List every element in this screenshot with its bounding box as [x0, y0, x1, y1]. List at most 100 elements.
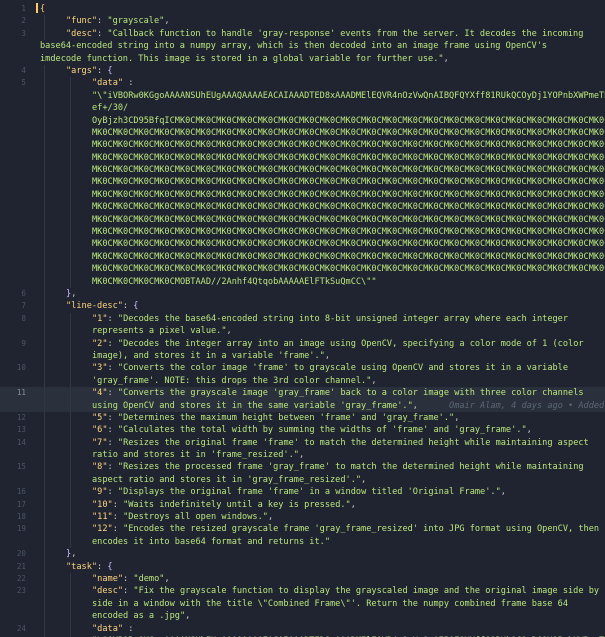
code-line[interactable]: using OpenCV and stores it in the same v… — [0, 399, 605, 412]
code-line[interactable]: 13 "6": "Calculates the total width by su… — [0, 424, 605, 437]
code-line[interactable]: 6}, — [0, 287, 605, 301]
indent-guide — [44, 560, 45, 573]
code-line[interactable]: 3 "desc": "Callback function to handle 'g… — [0, 27, 605, 41]
code-line[interactable]: 18 "11": "Destroys all open windows.", — [0, 511, 605, 524]
code-token: encodes it into base64 format and return… — [92, 536, 330, 547]
code-line[interactable]: 2 "func": "grayscale", — [0, 15, 605, 28]
code-line[interactable]: 20}, — [0, 548, 605, 561]
code-text: "data" : — [92, 77, 133, 89]
code-line[interactable]: 7 "line-desc": { — [0, 300, 605, 313]
code-line[interactable]: ratio and stores it in 'frame_resized'."… — [0, 449, 605, 462]
code-token: : — [123, 623, 134, 634]
code-token: : — [112, 499, 124, 510]
code-token: : — [97, 28, 108, 39]
code-text: "line-desc": { — [66, 300, 138, 312]
code-token: , — [361, 474, 367, 485]
code-token: MK0CMK0CMK0CMK0CMK0CMK0CMK0CMK0CMK0CMK0C… — [92, 140, 605, 151]
code-line[interactable]: "\"iVBORw0KGgoAAAANSUhEUgAAAQAAAAEACAIAA… — [0, 89, 605, 103]
code-line[interactable]: 'gray_frame'. NOTE: this drops the 3rd c… — [0, 374, 605, 388]
code-line[interactable]: 5 "data" : — [0, 77, 605, 90]
code-line[interactable]: MK0CMK0CMK0CMK0CMK0CMK0CMK0CMK0CMK0CMK0C… — [0, 139, 605, 152]
code-line[interactable]: MK0CMK0CMK0CMK0CMK0CMK0CMK0CMK0CMK0CMK0C… — [0, 126, 605, 140]
code-text: "data" : — [92, 623, 133, 635]
code-token: MK0CMK0CMK0CMK0CMK0CMK0CMK0CMK0CMK0CMK0C… — [92, 177, 605, 188]
code-line[interactable]: image), and stores it in a variable 'fra… — [0, 349, 605, 363]
indent-guide — [70, 139, 71, 152]
code-token: , — [71, 549, 77, 560]
code-line[interactable]: MK0CMK0CMK0CMK0CMK0CMK0CMK0CMK0CMK0CMK0C… — [0, 238, 605, 251]
code-line[interactable]: 12 "5": "Determines the maximum height be… — [0, 411, 605, 425]
code-line[interactable]: MK0CMK0CMK0CMK0CMK0CMK0CMK0CMK0CMK0CMK0C… — [0, 164, 605, 177]
indent-guide — [44, 523, 45, 536]
code-line[interactable]: 21 "task": { — [0, 560, 605, 573]
line-number: 2 — [21, 16, 26, 26]
code-token: , — [71, 288, 77, 299]
code-text: "desc": "Fix the grayscale function to d… — [92, 585, 599, 597]
indent-guide — [44, 64, 45, 78]
code-text: using OpenCV and stores it in the same v… — [92, 400, 605, 412]
code-line[interactable]: MK0CMK0CMK0CMK0CMK0CMK0CMK0CMK0CMK0CMK0C… — [0, 213, 605, 227]
code-token: "data" — [92, 78, 124, 89]
code-token: : — [97, 65, 108, 76]
code-token: : — [123, 78, 134, 89]
indent-guide — [44, 535, 45, 549]
code-line[interactable]: MK0CMK0CMK0CMK0CMK0CMK0CMK0CMK0CMK0CMK0C… — [0, 151, 605, 165]
line-number: 8 — [21, 313, 26, 323]
code-line[interactable]: MK0CMK0CMK0CMK0CMK0CMK0CMK0CMK0CMK0CMK0C… — [0, 188, 605, 202]
code-line[interactable]: 22 "name": "demo", — [0, 572, 605, 586]
code-line[interactable]: 9 "2": "Decodes the integer array into an… — [0, 337, 605, 350]
indent-guide — [44, 572, 45, 586]
code-line[interactable]: 24 "data" : — [0, 622, 605, 635]
indent-guide — [70, 610, 71, 623]
code-token: side in a window with the title \"Combin… — [92, 598, 568, 609]
indent-guide — [44, 151, 45, 165]
code-line[interactable]: MK0CMK0CMK0CMK0CMK0CMK0CMK0CMK0CMK0CMK0C… — [0, 226, 605, 239]
code-line[interactable]: imdecode function. This image is stored … — [0, 53, 605, 65]
code-token: "2" — [92, 338, 108, 349]
indent-guide — [44, 77, 45, 90]
code-area[interactable]: 1{2 "func": "grayscale", 3 "desc": "Callbac… — [0, 3, 605, 637]
code-token: { — [107, 65, 113, 76]
code-line[interactable]: encodes it into base64 format and return… — [0, 535, 605, 549]
code-text: "desc": "Callback function to handle 'gr… — [66, 28, 583, 40]
code-text: MK0CMK0CMK0CMK0CMK0CMK0CMK0CMK0CMK0CMK0C… — [92, 127, 605, 139]
code-line[interactable]: OyBjzh3CD95BfqICMK0CMK0CMK0CMK0CMK0CMK0C… — [0, 114, 605, 127]
code-line[interactable]: 23 "desc": "Fix the grayscale function to… — [0, 585, 605, 598]
code-line[interactable]: 16 "9": "Displays the original frame 'fra… — [0, 486, 605, 499]
code-line[interactable]: 10 "3": "Converts the color image 'frame'… — [0, 362, 605, 375]
code-line[interactable]: MK0CMK0CMK0CMK0CMK0CMK0CMK0CMK0CMK0CMK0C… — [0, 263, 605, 276]
code-line[interactable]: aspect ratio and stores it in 'gray_fram… — [0, 473, 605, 487]
code-text: base64-encoded string into a numpy array… — [40, 40, 547, 52]
code-line[interactable]: 14 "7": "Resizes the original frame 'fram… — [0, 436, 605, 450]
code-line[interactable]: 4 "args": { — [0, 64, 605, 78]
code-line[interactable]: MK0CMK0CMK0CMK0CMK0CMK0CMK0CMK0CMK0CMK0C… — [0, 250, 605, 264]
indent-guide — [70, 325, 71, 338]
line-number: 13 — [16, 425, 26, 435]
code-line[interactable]: ef+/30/ — [0, 102, 605, 115]
code-token: 'gray_frame'. NOTE: this drops the 3rd c… — [92, 375, 372, 386]
indent-guide — [44, 362, 45, 375]
code-line[interactable]: MK0CMK0CMK0CMK0CMK0CMK0CMK0CMK0CMK0CMK0C… — [0, 201, 605, 214]
code-token: imdecode function. This image is stored … — [40, 53, 444, 64]
code-text: "6": "Calculates the total width by summ… — [92, 424, 532, 436]
code-line[interactable]: side in a window with the title \"Combin… — [0, 597, 605, 611]
code-line[interactable]: MK0CMK0CMK0CMK0CMOBTAAD//2Anhf4QtqobAAAA… — [0, 275, 605, 288]
code-token: MK0CMK0CMK0CMK0CMK0CMK0CMK0CMK0CMK0CMK0C… — [92, 227, 605, 238]
code-token: "10" — [92, 499, 113, 510]
code-line[interactable]: 15 "8": "Resizes the processed frame 'gra… — [0, 461, 605, 474]
code-token: "Encodes the resized grayscale frame 'gr… — [123, 524, 600, 535]
code-line[interactable]: encoded as a .jpg", — [0, 610, 605, 623]
indent-guide — [44, 337, 45, 350]
code-line[interactable]: base64-encoded string into a numpy array… — [0, 40, 605, 52]
code-editor[interactable]: 1{2 "func": "grayscale", 3 "desc": "Callbac… — [0, 0, 605, 637]
code-token: , — [443, 53, 449, 64]
code-line[interactable]: 17 "10": "Waits indefinitely until a key … — [0, 498, 605, 512]
code-line[interactable]: 8 "1": "Decodes the base64-encoded string… — [0, 312, 605, 326]
code-line[interactable]: represents a pixel value.", — [0, 325, 605, 338]
code-line[interactable]: MK0CMK0CMK0CMK0CMK0CMK0CMK0CMK0CMK0CMK0C… — [0, 176, 605, 189]
code-line[interactable]: 1{ — [0, 3, 605, 15]
code-token: "task" — [66, 561, 98, 572]
code-line[interactable]: 19 "12": "Encodes the resized grayscale f… — [0, 523, 605, 536]
indent-guide — [70, 89, 71, 103]
code-line[interactable]: 11 "4": "Converts the grayscale image 'gr… — [0, 387, 605, 400]
